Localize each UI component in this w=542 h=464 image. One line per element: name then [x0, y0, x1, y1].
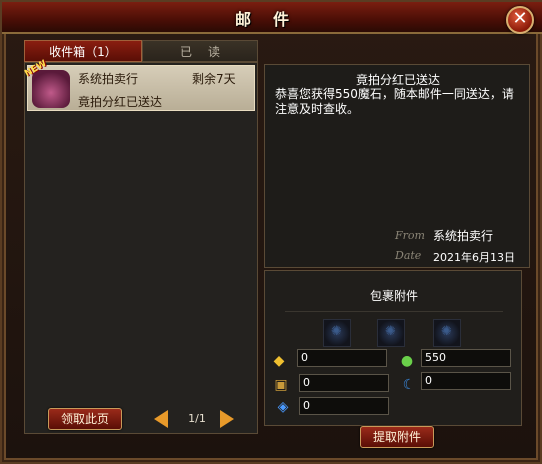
claim-attachment-button[interactable]: 提取附件	[360, 426, 434, 448]
crystal-icon: ◈	[277, 399, 289, 415]
mail-sender: 系统拍卖行	[78, 72, 139, 86]
crystal-value: 0	[299, 397, 389, 415]
date-label: Date	[395, 249, 422, 262]
gold-icon: ◆	[273, 353, 285, 369]
mail-list: NEW 系统拍卖行 剩余7天 竟拍分红已送达	[23, 59, 258, 434]
gold-value: 0	[297, 349, 387, 367]
magic-stone-icon: ●	[400, 353, 414, 369]
from-value: 系统拍卖行	[433, 229, 494, 243]
page-indicator: 1/1	[188, 412, 206, 425]
from-label: From	[395, 229, 425, 242]
divider	[285, 311, 503, 312]
magic-stone-value: 550	[421, 349, 511, 367]
attachment-slot[interactable]	[323, 319, 351, 347]
mail-subject: 竟拍分红已送达	[78, 95, 163, 109]
prev-page-icon[interactable]	[154, 410, 168, 428]
mailbox-tabs: 收件箱（1） 已读	[24, 40, 258, 62]
date-value: 2021年6月13日	[433, 251, 515, 264]
attachment-slot[interactable]	[377, 319, 405, 347]
mail-remaining-time: 剩余7天	[192, 72, 236, 86]
mail-detail: 竟拍分红已送达 恭喜您获得550魔石，随本邮件一同送达，请注意及时查收。 Fro…	[264, 64, 530, 268]
next-page-icon[interactable]	[220, 410, 234, 428]
attachment-panel: 包裹附件 ◆ 0 ● 550 ▣ 0 ☾ 0 ◈ 0	[264, 270, 522, 426]
window-title: 邮件	[234, 10, 311, 29]
bag-icon	[32, 70, 70, 108]
mail-detail-title: 竟拍分红已送达	[355, 73, 440, 87]
ticket-value: 0	[299, 374, 389, 392]
attachment-slot[interactable]	[433, 319, 461, 347]
mail-detail-body: 恭喜您获得550魔石，随本邮件一同送达，请注意及时查收。	[275, 87, 514, 116]
attachment-title: 包裹附件	[369, 289, 418, 303]
moon-icon: ☾	[402, 377, 416, 393]
moon-value: 0	[421, 372, 511, 390]
list-item[interactable]: NEW 系统拍卖行 剩余7天 竟拍分红已送达	[23, 59, 255, 111]
close-icon[interactable]: ✕	[506, 6, 534, 34]
claim-page-button[interactable]: 领取此页	[48, 408, 122, 430]
mail-window: 邮件 ✕ 收件箱（1） 已读 NEW 系统拍卖行 剩余7天 竟拍分红已送达 领取…	[0, 0, 542, 464]
ticket-icon: ▣	[274, 377, 288, 393]
tab-read[interactable]: 已读	[142, 40, 258, 62]
